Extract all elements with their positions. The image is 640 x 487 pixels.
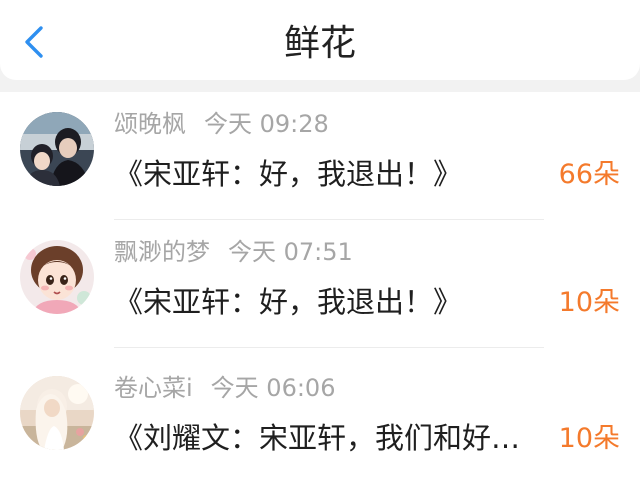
timestamp: 今天 07:51 [228, 238, 353, 266]
list-item[interactable]: 飘渺的梦 今天 07:51 《宋亚轩：好，我退出！》 10朵 [0, 220, 640, 348]
flower-gift-list: 颂晚枫 今天 09:28 《宋亚轩：好，我退出！》 66朵 飘渺的梦 今天 07… [0, 92, 640, 487]
timestamp: 今天 09:28 [204, 110, 329, 138]
flower-count: 66朵 [558, 159, 620, 190]
item-meta: 飘渺的梦 今天 07:51 [114, 236, 353, 268]
item-meta: 颂晚枫 今天 09:28 [114, 108, 329, 140]
avatar[interactable] [20, 240, 94, 314]
avatar[interactable] [20, 112, 94, 186]
flower-count: 10朵 [558, 287, 620, 318]
flower-count: 10朵 [558, 423, 620, 454]
username[interactable]: 颂晚枫 [114, 110, 186, 138]
page-title: 鲜花 [283, 23, 356, 64]
top-bar: 鲜花 [0, 0, 640, 80]
work-title[interactable]: 《刘耀文：宋亚轩，我们和好… [114, 418, 550, 458]
work-title[interactable]: 《宋亚轩：好，我退出！》 [114, 154, 550, 194]
item-meta: 卷心菜i 今天 06:06 [114, 372, 335, 404]
work-title[interactable]: 《宋亚轩：好，我退出！》 [114, 282, 550, 322]
list-item[interactable]: 颂晚枫 今天 09:28 《宋亚轩：好，我退出！》 66朵 [0, 92, 640, 220]
timestamp: 今天 06:06 [210, 374, 336, 402]
list-item[interactable]: 卷心菜i 今天 06:06 《刘耀文：宋亚轩，我们和好… 10朵 [0, 356, 640, 484]
divider [114, 347, 544, 348]
username[interactable]: 飘渺的梦 [114, 238, 210, 266]
avatar[interactable] [20, 376, 94, 450]
username[interactable]: 卷心菜i [114, 374, 193, 402]
